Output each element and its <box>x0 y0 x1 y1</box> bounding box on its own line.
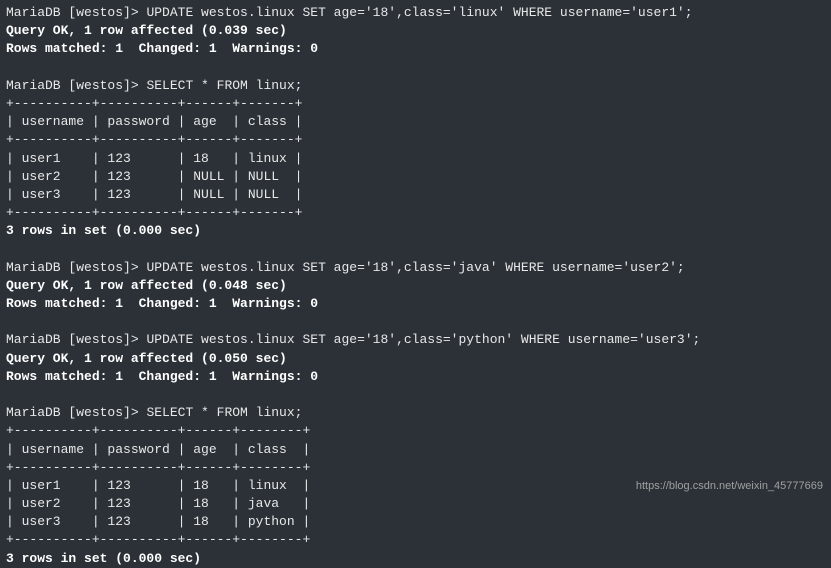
watermark: https://blog.csdn.net/weixin_45777669 <box>636 479 823 494</box>
table-separator: +----------+----------+------+--------+ <box>6 531 825 549</box>
rows-matched: Rows matched: 1 Changed: 1 Warnings: 0 <box>6 368 825 386</box>
query-result: Query OK, 1 row affected (0.050 sec) <box>6 350 825 368</box>
sql-command: UPDATE westos.linux SET age='18',class='… <box>146 5 692 20</box>
command-line-2: MariaDB [westos]> SELECT * FROM linux; <box>6 77 825 95</box>
sql-command: UPDATE westos.linux SET age='18',class='… <box>146 260 684 275</box>
rows-matched: Rows matched: 1 Changed: 1 Warnings: 0 <box>6 40 825 58</box>
table-row: | user2 | 123 | 18 | java | <box>6 495 825 513</box>
table-header: | username | password | age | class | <box>6 441 825 459</box>
rows-in-set: 3 rows in set (0.000 sec) <box>6 222 825 240</box>
table-separator: +----------+----------+------+-------+ <box>6 204 825 222</box>
sql-command: SELECT * FROM linux; <box>146 78 302 93</box>
table-separator: +----------+----------+------+-------+ <box>6 95 825 113</box>
prompt: MariaDB [westos]> <box>6 260 146 275</box>
blank-line <box>6 240 825 258</box>
query-result: Query OK, 1 row affected (0.048 sec) <box>6 277 825 295</box>
table-row: | user3 | 123 | NULL | NULL | <box>6 186 825 204</box>
table-row: | user2 | 123 | NULL | NULL | <box>6 168 825 186</box>
table-separator: +----------+----------+------+--------+ <box>6 422 825 440</box>
rows-in-set: 3 rows in set (0.000 sec) <box>6 550 825 568</box>
table-header: | username | password | age | class | <box>6 113 825 131</box>
table-separator: +----------+----------+------+-------+ <box>6 131 825 149</box>
prompt: MariaDB [westos]> <box>6 78 146 93</box>
sql-command: SELECT * FROM linux; <box>146 405 302 420</box>
command-line-5: MariaDB [westos]> SELECT * FROM linux; <box>6 404 825 422</box>
blank-line <box>6 313 825 331</box>
prompt: MariaDB [westos]> <box>6 405 146 420</box>
prompt: MariaDB [westos]> <box>6 5 146 20</box>
command-line-4: MariaDB [westos]> UPDATE westos.linux SE… <box>6 331 825 349</box>
sql-command: UPDATE westos.linux SET age='18',class='… <box>146 332 700 347</box>
table-row: | user3 | 123 | 18 | python | <box>6 513 825 531</box>
blank-line <box>6 386 825 404</box>
table-row: | user1 | 123 | 18 | linux | <box>6 150 825 168</box>
command-line-1: MariaDB [westos]> UPDATE westos.linux SE… <box>6 4 825 22</box>
query-result: Query OK, 1 row affected (0.039 sec) <box>6 22 825 40</box>
table-separator: +----------+----------+------+--------+ <box>6 459 825 477</box>
prompt: MariaDB [westos]> <box>6 332 146 347</box>
command-line-3: MariaDB [westos]> UPDATE westos.linux SE… <box>6 259 825 277</box>
rows-matched: Rows matched: 1 Changed: 1 Warnings: 0 <box>6 295 825 313</box>
blank-line <box>6 59 825 77</box>
